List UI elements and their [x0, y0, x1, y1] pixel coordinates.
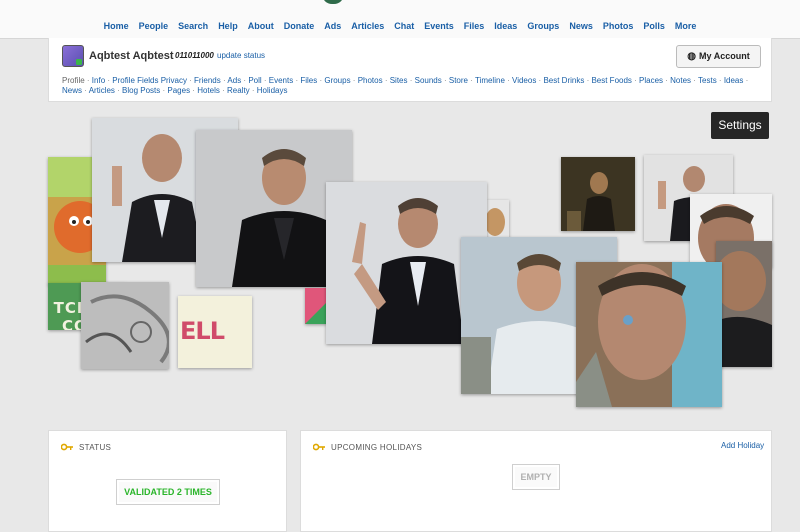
profile-subnav: Profile · Info · Profile Fields Privacy …: [62, 76, 762, 96]
subnav-videos[interactable]: Videos: [512, 76, 536, 85]
add-holiday-link[interactable]: Add Holiday: [721, 441, 764, 450]
nav-chat[interactable]: Chat: [394, 21, 414, 31]
holidays-card-title: UPCOMING HOLIDAYS: [331, 443, 423, 452]
subnav-photos[interactable]: Photos: [358, 76, 383, 85]
collage-photo-ell[interactable]: ELL: [178, 296, 252, 368]
subnav-store[interactable]: Store: [449, 76, 468, 85]
subnav-separator: ·: [407, 76, 415, 85]
nav-donate[interactable]: Donate: [284, 21, 315, 31]
subnav-sites[interactable]: Sites: [390, 76, 408, 85]
subnav-separator: ·: [691, 76, 699, 85]
nav-ads[interactable]: Ads: [324, 21, 341, 31]
subnav-separator: ·: [186, 76, 195, 85]
subnav-separator: ·: [467, 76, 475, 85]
status-card: STATUS VALIDATED 2 TIMES: [48, 430, 287, 532]
nav-articles[interactable]: Articles: [351, 21, 384, 31]
collage-photo-hat[interactable]: [487, 200, 509, 238]
nav-photos[interactable]: Photos: [603, 21, 634, 31]
collage-photo-house-7[interactable]: [716, 241, 772, 367]
collage-photo-fragment[interactable]: [305, 288, 327, 324]
top-nav: Home People Search Help About Donate Ads Articl…: [0, 20, 800, 32]
top-bar: Home People Search Help About Donate Ads Articl…: [0, 0, 800, 39]
profile-header: Aqbtest Aqbtest 011011000 update status …: [48, 38, 772, 102]
settings-button[interactable]: Settings: [711, 112, 769, 139]
nav-ideas[interactable]: Ideas: [494, 21, 517, 31]
empty-button[interactable]: EMPTY: [512, 464, 560, 490]
nav-events[interactable]: Events: [424, 21, 454, 31]
subnav-places[interactable]: Places: [639, 76, 663, 85]
avatar[interactable]: [62, 45, 84, 67]
nav-about[interactable]: About: [248, 21, 274, 31]
subnav-separator: ·: [82, 86, 89, 95]
subnav-pages[interactable]: Pages: [167, 86, 190, 95]
subnav-friends[interactable]: Friends: [194, 76, 221, 85]
subnav-separator: ·: [441, 76, 449, 85]
subnav-notes[interactable]: Notes: [670, 76, 691, 85]
subnav-poll[interactable]: Poll: [248, 76, 261, 85]
upcoming-holidays-card: UPCOMING HOLIDAYS Add Holiday EMPTY: [300, 430, 772, 532]
collage-photo-house-8[interactable]: [576, 262, 722, 407]
status-card-title: STATUS: [79, 443, 112, 452]
subnav-separator: ·: [84, 76, 92, 85]
validated-badge[interactable]: VALIDATED 2 TIMES: [116, 479, 220, 505]
subnav-hotels[interactable]: Hotels: [197, 86, 220, 95]
subnav-profile[interactable]: Profile: [62, 76, 85, 85]
subnav-files[interactable]: Files: [300, 76, 317, 85]
subnav-sounds[interactable]: Sounds: [415, 76, 442, 85]
ell-tile-text: ELL: [180, 317, 225, 345]
my-account-button[interactable]: ◍ My Account: [676, 45, 761, 68]
key-icon: [61, 443, 73, 451]
subnav-tests[interactable]: Tests: [698, 76, 717, 85]
subnav-best-foods[interactable]: Best Foods: [591, 76, 631, 85]
nav-more[interactable]: More: [675, 21, 697, 31]
profile-name[interactable]: Aqbtest Aqbtest: [89, 50, 174, 62]
nav-home[interactable]: Home: [104, 21, 129, 31]
subnav-separator: ·: [249, 86, 257, 95]
collage-photo-chess[interactable]: [561, 157, 635, 231]
nav-groups[interactable]: Groups: [527, 21, 559, 31]
subnav-groups[interactable]: Groups: [324, 76, 350, 85]
nav-files[interactable]: Files: [464, 21, 485, 31]
key-icon: [313, 443, 325, 451]
subnav-separator: ·: [743, 76, 749, 85]
subnav-events[interactable]: Events: [269, 76, 293, 85]
my-account-label: My Account: [699, 51, 750, 61]
status-text: 011011000: [175, 51, 214, 60]
update-status-link[interactable]: update status: [217, 51, 265, 60]
collage-photo-sketch[interactable]: [81, 282, 169, 369]
subnav-news[interactable]: News: [62, 86, 82, 95]
nav-news[interactable]: News: [569, 21, 593, 31]
site-logo[interactable]: [322, 0, 344, 4]
subnav-separator: ·: [350, 76, 358, 85]
dashboard-icon: ◍: [687, 51, 697, 62]
nav-search[interactable]: Search: [178, 21, 208, 31]
subnav-separator: ·: [114, 86, 123, 95]
subnav-ideas[interactable]: Ideas: [724, 76, 744, 85]
subnav-best-drinks[interactable]: Best Drinks: [543, 76, 584, 85]
subnav-articles[interactable]: Articles: [89, 86, 115, 95]
subnav-blog-posts[interactable]: Blog Posts: [122, 86, 160, 95]
subnav-separator: ·: [631, 76, 640, 85]
subnav-separator: ·: [219, 86, 227, 95]
subnav-separator: ·: [382, 76, 390, 85]
subnav-ads[interactable]: Ads: [227, 76, 241, 85]
subnav-realty[interactable]: Realty: [227, 86, 250, 95]
subnav-info[interactable]: Info: [92, 76, 105, 85]
subnav-profile-fields-privacy[interactable]: Profile Fields Privacy: [112, 76, 187, 85]
nav-help[interactable]: Help: [218, 21, 238, 31]
subnav-separator: ·: [716, 76, 724, 85]
subnav-separator: ·: [261, 76, 269, 85]
subnav-timeline[interactable]: Timeline: [475, 76, 505, 85]
nav-polls[interactable]: Polls: [643, 21, 665, 31]
subnav-holidays[interactable]: Holidays: [257, 86, 288, 95]
nav-people[interactable]: People: [139, 21, 169, 31]
subnav-separator: ·: [504, 76, 512, 85]
